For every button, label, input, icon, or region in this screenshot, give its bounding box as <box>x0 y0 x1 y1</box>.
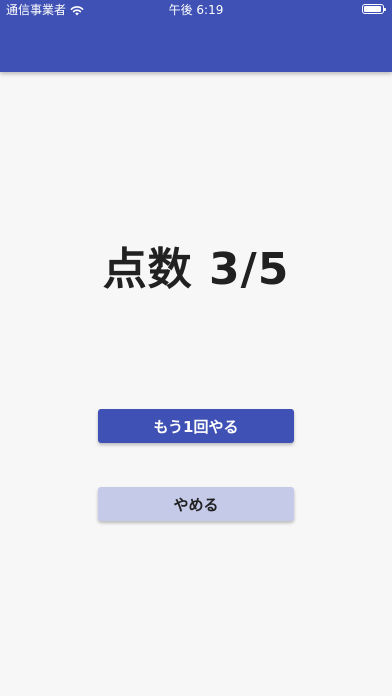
battery-icon <box>362 4 386 14</box>
retry-button[interactable]: もう1回やる <box>98 409 294 443</box>
quit-button[interactable]: やめる <box>98 487 294 521</box>
app-bar: 通信事業者 午後 6:19 <box>0 0 392 72</box>
score-text: 点数 3/5 <box>102 244 290 295</box>
status-time: 午後 6:19 <box>168 3 224 17</box>
status-bar: 通信事業者 午後 6:19 <box>0 0 392 20</box>
